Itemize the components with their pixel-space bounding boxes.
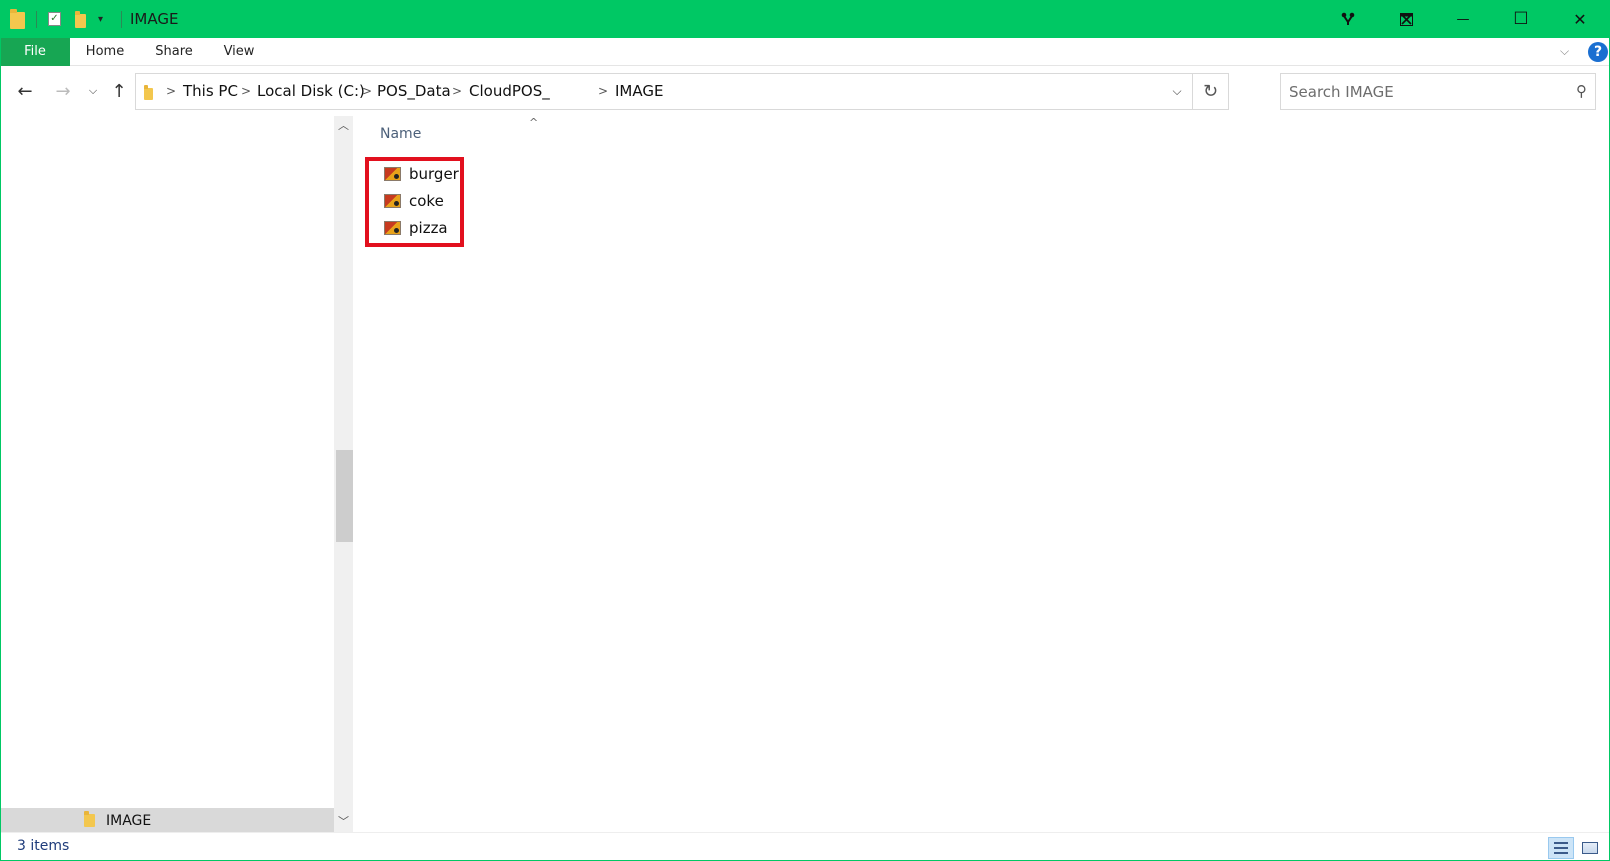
help-icon[interactable]: ? bbox=[1588, 42, 1608, 62]
details-view-button[interactable] bbox=[1548, 837, 1574, 859]
breadcrumb-chevron-icon[interactable]: > bbox=[166, 74, 176, 109]
folder-icon bbox=[84, 811, 95, 827]
up-arrow-icon[interactable]: ↑ bbox=[106, 66, 132, 116]
file-name: coke bbox=[409, 192, 444, 210]
qat-divider bbox=[36, 11, 37, 28]
properties-check-icon[interactable]: ✓ bbox=[48, 0, 61, 38]
forward-arrow-icon[interactable]: → bbox=[50, 66, 76, 116]
breadcrumb-chevron-icon[interactable]: > bbox=[241, 74, 251, 109]
qat-divider bbox=[121, 11, 122, 28]
ribbon-tab-bar: File Home Share View bbox=[0, 38, 1610, 66]
scroll-down-arrow-icon[interactable]: ﹀ bbox=[334, 812, 353, 832]
sort-ascending-caret-icon: ^ bbox=[529, 116, 539, 129]
breadcrumb-pos-data[interactable]: POS_Data bbox=[377, 74, 451, 109]
grid-icon[interactable] bbox=[1378, 0, 1434, 38]
address-folder-icon bbox=[144, 85, 153, 100]
back-arrow-icon[interactable]: ← bbox=[12, 66, 38, 116]
nav-item-image-folder[interactable]: IMAGE bbox=[0, 808, 334, 832]
file-list-pane[interactable]: ^ Name burger coke pizza bbox=[353, 116, 1610, 832]
address-bar[interactable]: > This PC > Local Disk (C:) > POS_Data >… bbox=[135, 73, 1229, 110]
fork-icon[interactable] bbox=[1320, 0, 1376, 38]
tab-view[interactable]: View bbox=[218, 38, 260, 66]
image-file-icon bbox=[384, 221, 401, 235]
navigation-pane-scrollbar[interactable]: ︿ ﹀ bbox=[334, 116, 353, 832]
tab-file[interactable]: File bbox=[0, 38, 70, 66]
item-count: 3 items bbox=[17, 838, 70, 854]
tab-home[interactable]: Home bbox=[82, 38, 128, 66]
breadcrumb-cloudpos[interactable]: CloudPOS_ bbox=[469, 74, 550, 109]
status-bar: 3 items bbox=[0, 832, 1610, 861]
details-view-icon bbox=[1554, 842, 1568, 854]
expand-ribbon-chevron-icon[interactable]: ⌵ bbox=[1560, 44, 1569, 59]
scrollbar-thumb[interactable] bbox=[336, 450, 353, 542]
image-file-icon bbox=[384, 194, 401, 208]
refresh-icon[interactable]: ↻ bbox=[1192, 74, 1228, 109]
new-folder-icon[interactable] bbox=[75, 0, 86, 38]
recent-locations-chevron-icon[interactable]: ⌵ bbox=[84, 66, 102, 116]
image-file-icon bbox=[384, 167, 401, 181]
file-row-burger[interactable]: burger bbox=[369, 161, 460, 187]
tab-share[interactable]: Share bbox=[150, 38, 198, 66]
file-row-pizza[interactable]: pizza bbox=[369, 215, 460, 241]
window-folder-icon bbox=[10, 0, 25, 38]
search-input[interactable] bbox=[1281, 74, 1561, 109]
file-name: pizza bbox=[409, 219, 448, 237]
large-icons-view-button[interactable] bbox=[1577, 837, 1603, 859]
scroll-up-arrow-icon[interactable]: ︿ bbox=[334, 116, 353, 136]
navigation-pane[interactable]: IMAGE bbox=[0, 116, 334, 832]
customize-dropdown-icon[interactable]: ▾ bbox=[98, 0, 103, 38]
maximize-button[interactable]: ☐ bbox=[1492, 0, 1550, 38]
minimize-icon: — bbox=[1456, 11, 1470, 27]
close-icon: ✕ bbox=[1573, 9, 1587, 29]
breadcrumb-this-pc[interactable]: This PC bbox=[183, 74, 238, 109]
window-title: IMAGE bbox=[130, 10, 179, 28]
breadcrumb-chevron-icon[interactable]: > bbox=[598, 74, 608, 109]
search-box[interactable]: ⚲ bbox=[1280, 73, 1596, 110]
file-row-coke[interactable]: coke bbox=[369, 188, 460, 214]
maximize-icon: ☐ bbox=[1513, 9, 1529, 29]
address-toolbar: ← → ⌵ ↑ > This PC > Local Disk (C:) > PO… bbox=[0, 66, 1610, 116]
highlighted-file-group: burger coke pizza bbox=[365, 157, 464, 247]
breadcrumb-chevron-icon[interactable]: > bbox=[452, 74, 462, 109]
file-name: burger bbox=[409, 165, 459, 183]
large-icons-view-icon bbox=[1582, 842, 1598, 854]
minimize-button[interactable]: — bbox=[1434, 0, 1492, 38]
address-history-chevron-icon[interactable]: ⌵ bbox=[1162, 74, 1192, 109]
nav-item-label: IMAGE bbox=[106, 813, 152, 829]
column-header-name[interactable]: Name bbox=[380, 126, 421, 142]
breadcrumb-image[interactable]: IMAGE bbox=[615, 74, 663, 109]
title-bar: ✓ ▾ IMAGE — ☐ ✕ bbox=[0, 0, 1610, 38]
breadcrumb-local-disk[interactable]: Local Disk (C:) bbox=[257, 74, 365, 109]
breadcrumb-chevron-icon[interactable]: > bbox=[362, 74, 372, 109]
search-icon[interactable]: ⚲ bbox=[1576, 74, 1587, 109]
close-button[interactable]: ✕ bbox=[1550, 0, 1610, 38]
